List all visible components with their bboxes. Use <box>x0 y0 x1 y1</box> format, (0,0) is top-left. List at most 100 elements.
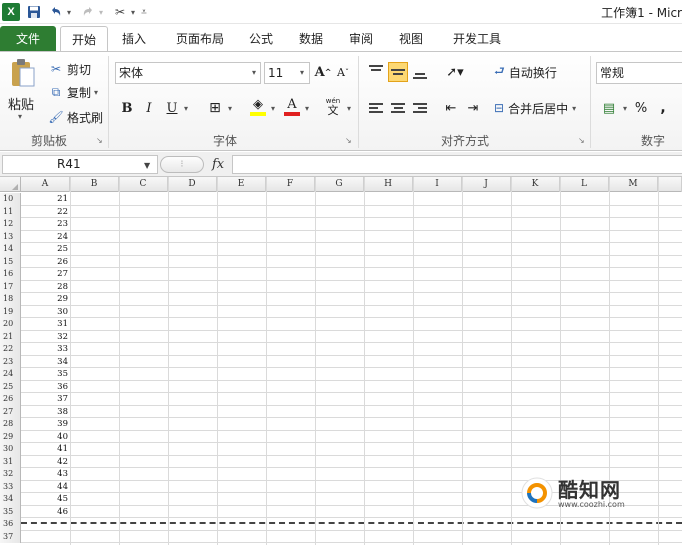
align-right-icon[interactable] <box>410 98 430 118</box>
row-header[interactable]: 32 <box>0 468 21 481</box>
row-header[interactable]: 31 <box>0 455 21 468</box>
name-box-dropdown-icon[interactable]: ▼ <box>144 161 150 170</box>
accounting-dropdown-icon[interactable]: ▾ <box>621 98 629 118</box>
merge-dropdown-icon[interactable]: ▾ <box>572 104 576 113</box>
font-launcher-icon[interactable]: ↘ <box>345 136 352 145</box>
row-header[interactable]: 17 <box>0 280 21 293</box>
column-header[interactable]: F <box>266 177 315 192</box>
cell-a[interactable]: 41 <box>21 443 70 456</box>
cell-a[interactable]: 44 <box>21 481 70 494</box>
tab-page-layout[interactable]: 页面布局 <box>168 26 232 52</box>
row-header[interactable]: 23 <box>0 355 21 368</box>
copy-dropdown-icon[interactable]: ▾ <box>94 88 98 97</box>
shrink-font-button[interactable]: Aˇ <box>334 62 352 82</box>
decrease-indent-icon[interactable]: ⇤ <box>442 98 460 118</box>
cell-a[interactable]: 28 <box>21 281 70 294</box>
row-header[interactable]: 25 <box>0 380 21 393</box>
customize-quick-access-icon[interactable]: ⩡ <box>138 3 150 21</box>
increase-indent-icon[interactable]: ⇥ <box>464 98 482 118</box>
tab-insert[interactable]: 插入 <box>114 26 154 52</box>
row-header[interactable]: 37 <box>0 530 21 543</box>
row-header[interactable]: 12 <box>0 218 21 231</box>
cell-a[interactable]: 30 <box>21 306 70 319</box>
borders-icon[interactable]: ⊞ <box>205 98 225 118</box>
cell-a[interactable] <box>21 531 70 544</box>
row-header[interactable]: 15 <box>0 255 21 268</box>
orientation-icon[interactable]: ➚▾ <box>444 62 466 82</box>
save-icon[interactable] <box>26 3 42 21</box>
underline-dropdown-icon[interactable]: ▾ <box>182 98 190 118</box>
clipboard-launcher-icon[interactable]: ↘ <box>96 136 103 145</box>
align-bottom-icon[interactable] <box>410 62 430 82</box>
underline-button[interactable]: U <box>163 98 181 118</box>
row-header[interactable]: 27 <box>0 405 21 418</box>
row-header[interactable]: 36 <box>0 518 21 531</box>
alignment-launcher-icon[interactable]: ↘ <box>578 136 585 145</box>
column-header[interactable]: D <box>168 177 217 192</box>
phonetic-guide-button[interactable]: wén 文 <box>322 96 344 116</box>
formula-bar-resize-handle[interactable]: ⁝ <box>160 156 204 173</box>
row-header[interactable]: 33 <box>0 480 21 493</box>
column-header[interactable] <box>658 177 682 192</box>
font-color-dropdown-icon[interactable]: ▾ <box>303 98 311 118</box>
paste-icon[interactable] <box>10 58 36 88</box>
number-format-field[interactable]: 常规 <box>596 62 682 84</box>
column-header[interactable]: A <box>21 177 70 192</box>
row-header[interactable]: 16 <box>0 268 21 281</box>
column-header[interactable]: C <box>119 177 168 192</box>
column-header[interactable]: K <box>511 177 560 192</box>
row-header[interactable]: 18 <box>0 293 21 306</box>
cell-a[interactable]: 27 <box>21 268 70 281</box>
column-header[interactable]: H <box>364 177 413 192</box>
column-header[interactable]: J <box>462 177 511 192</box>
formula-input[interactable] <box>232 155 682 174</box>
column-header[interactable]: M <box>609 177 658 192</box>
row-header[interactable]: 35 <box>0 505 21 518</box>
align-middle-icon[interactable] <box>388 62 408 82</box>
column-header[interactable]: G <box>315 177 364 192</box>
column-header[interactable]: I <box>413 177 462 192</box>
align-top-icon[interactable] <box>366 62 386 82</box>
cell-a[interactable]: 22 <box>21 206 70 219</box>
tab-review[interactable]: 审阅 <box>344 26 378 52</box>
cell-a[interactable]: 29 <box>21 293 70 306</box>
cut-button[interactable]: ✂ 剪切 <box>48 60 91 78</box>
font-size-dropdown-icon[interactable]: ▾ <box>300 68 304 77</box>
comma-style-button[interactable]: , <box>658 98 668 118</box>
row-header[interactable]: 20 <box>0 318 21 331</box>
wrap-text-button[interactable]: ⮐ 自动换行 <box>494 62 557 82</box>
undo-icon[interactable] <box>48 3 64 21</box>
redo-dropdown-icon[interactable]: ▾ <box>97 3 105 21</box>
tab-data[interactable]: 数据 <box>294 26 328 52</box>
row-header[interactable]: 28 <box>0 418 21 431</box>
cell-a[interactable]: 37 <box>21 393 70 406</box>
tab-file[interactable]: 文件 <box>0 26 56 52</box>
row-header[interactable]: 22 <box>0 343 21 356</box>
cell-a[interactable]: 33 <box>21 343 70 356</box>
cell-a[interactable]: 31 <box>21 318 70 331</box>
row-header[interactable]: 24 <box>0 368 21 381</box>
cell-a[interactable]: 45 <box>21 493 70 506</box>
align-center-icon[interactable] <box>388 98 408 118</box>
tools-dropdown-icon[interactable]: ▾ <box>129 3 137 21</box>
cell-a[interactable]: 36 <box>21 381 70 394</box>
select-all-corner[interactable] <box>0 177 21 192</box>
cell-a[interactable]: 24 <box>21 231 70 244</box>
name-box[interactable]: R41 <box>2 155 158 174</box>
grow-font-button[interactable]: A ^ <box>313 62 333 82</box>
undo-dropdown-icon[interactable]: ▾ <box>65 3 73 21</box>
italic-button[interactable]: I <box>140 98 158 118</box>
cell-a[interactable]: 38 <box>21 406 70 419</box>
borders-dropdown-icon[interactable]: ▾ <box>226 98 234 118</box>
align-left-icon[interactable] <box>366 98 386 118</box>
merge-center-button[interactable]: ⊟ 合并后居中 ▾ <box>494 98 576 118</box>
row-header[interactable]: 19 <box>0 305 21 318</box>
cell-a[interactable]: 26 <box>21 256 70 269</box>
phonetic-dropdown-icon[interactable]: ▾ <box>345 98 353 118</box>
cell-a[interactable]: 25 <box>21 243 70 256</box>
excel-app-icon[interactable]: X <box>2 3 20 21</box>
column-header[interactable]: B <box>70 177 119 192</box>
cell-a[interactable]: 42 <box>21 456 70 469</box>
cell-a[interactable]: 32 <box>21 331 70 344</box>
font-name-dropdown-icon[interactable]: ▾ <box>252 68 256 77</box>
